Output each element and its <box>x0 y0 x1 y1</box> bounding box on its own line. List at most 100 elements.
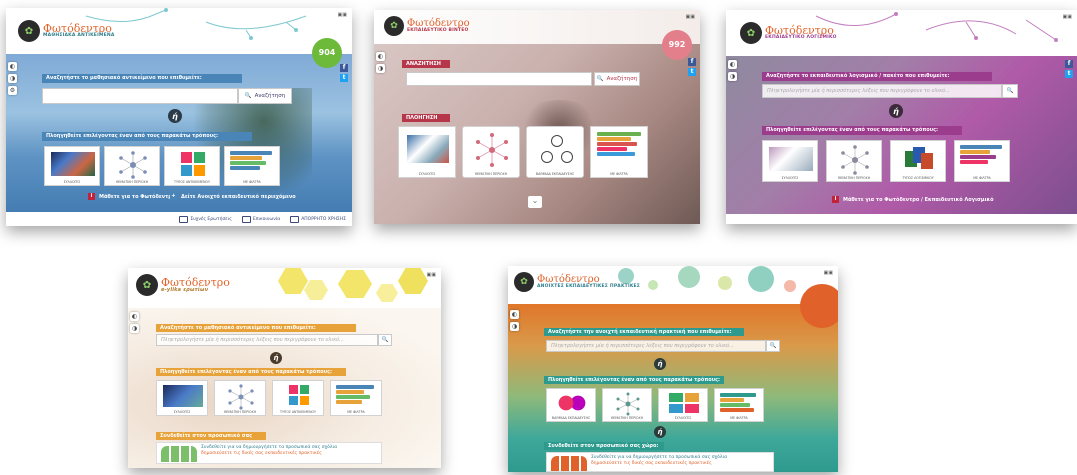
search-button[interactable]: 🔍 Αναζήτηση <box>594 72 640 86</box>
levels-icon <box>557 392 587 414</box>
learn-more-link[interactable]: i Μάθετε για το Φωτόδεντρο <box>88 193 175 200</box>
search-input[interactable]: Πληκτρολογήστε μία ή περισσότερες λέξεις… <box>762 84 1002 98</box>
connect-panel[interactable]: Συνδεθείτε για να δημιουργήσετε τα προσω… <box>546 452 774 472</box>
tile-filters[interactable]: ΜΕ ΦΙΛΤΡΑ <box>714 388 764 422</box>
faq-label: Συχνές Ερωτήσεις <box>190 216 232 222</box>
brand-logo[interactable]: ✿ Φωτόδεντρο ΕΚΠΑΙΔΕΥΤΙΚΟ ΛΟΓΙΣΜΙΚΟ <box>740 22 837 44</box>
contact-link[interactable]: Επικοινωνία <box>241 215 280 223</box>
tile-types[interactable]: ΤΥΠΟΣ ΑΝΤΙΚΕΙΜΕΝΟΥ <box>164 146 220 186</box>
collections-thumbnail <box>51 152 95 176</box>
tile-filters[interactable]: ΜΕ ΦΙΛΤΡΑ <box>954 140 1010 182</box>
window-controls-icon[interactable]: ▣▣ <box>427 272 436 278</box>
logo-tree-icon: ✿ <box>740 22 762 44</box>
collections-thumbnail <box>669 393 699 413</box>
tile-software-type[interactable]: ΤΥΠΟΣ ΛΟΓΙΣΜΙΚΟΥ <box>890 140 946 182</box>
tile-label: ΣΥΛΛΟΓΕΣ <box>63 180 81 184</box>
search-button[interactable]: 🔍 <box>1002 84 1018 98</box>
facebook-icon[interactable]: f <box>1065 60 1073 68</box>
header: ✿ Φωτόδεντρο ΕΚΠΑΙΔΕΥΤΙΚΟ ΒΙΝΤΕΟ <box>374 10 700 44</box>
collections-thumbnail <box>769 147 813 171</box>
learn-more-label: Μάθετε για το Φωτόδεντρο <box>99 193 176 200</box>
bubble-decoration <box>718 276 732 290</box>
facebook-icon[interactable]: f <box>340 64 348 72</box>
tile-label: ΘΕΜΑΤΙΚΗ ΠΕΡΙΟΧΗ <box>837 176 871 180</box>
window-controls-icon[interactable]: ▣▣ <box>1063 14 1072 20</box>
tile-thematic[interactable]: ΘΕΜΑΤΙΚΗ ΠΕΡΙΟΧΗ <box>826 140 882 182</box>
faq-link[interactable]: Συχνές Ερωτήσεις <box>179 215 232 223</box>
privacy-icon <box>290 215 300 223</box>
browse-title-bar: Πλοηγηθείτε επιλέγοντας έναν από τους πα… <box>544 376 724 384</box>
twitter-icon[interactable]: t <box>340 74 348 82</box>
screenshot-learning-objects: ✿ Φωτόδεντρο ΜΑΘΗΣΙΑΚΑ ΑΝΤΙΚΕΙΜΕΝΑ ▣▣ ◐ … <box>6 8 352 226</box>
logo-subtitle: ΕΚΠΑΙΔΕΥΤΙΚΟ ΛΟΓΙΣΜΙΚΟ <box>765 35 837 41</box>
hex-decoration <box>376 284 398 302</box>
network-icon <box>476 133 508 167</box>
side-tool-icon[interactable]: ◑ <box>376 64 385 73</box>
or-divider-icon: ή <box>654 358 666 370</box>
search-input[interactable] <box>406 72 592 86</box>
window-controls-icon[interactable]: ▣▣ <box>686 14 695 20</box>
side-tool-icon[interactable]: ◐ <box>510 310 519 319</box>
tile-thematic[interactable]: ΘΕΜΑΤΙΚΗ ΠΕΡΙΟΧΗ <box>104 146 160 186</box>
footer: Συχνές Ερωτήσεις Επικοινωνία ΑΠΟΡΡΗΤΟ ΧΡ… <box>6 212 352 226</box>
search-input[interactable] <box>42 88 238 104</box>
tile-thematic[interactable]: ΘΕΜΑΤΙΚΗ ΠΕΡΙΟΧΗ <box>462 126 520 178</box>
brand-logo[interactable]: ✿ Φωτόδεντρο ΑΝΟΙΧΤΕΣ ΕΚΠΑΙΔΕΥΤΙΚΕΣ ΠΡΑΚ… <box>514 272 640 292</box>
search-button[interactable]: 🔍 <box>378 334 392 346</box>
side-tool-icon[interactable]: ◑ <box>8 74 17 83</box>
tile-label: ΒΑΘΜΙΔΑ ΕΚΠΑΙΔΕΥΣΗΣ <box>551 416 591 420</box>
tile-filters[interactable]: ΜΕ ΦΙΛΤΡΑ <box>330 380 382 416</box>
tile-label: ΜΕ ΦΙΛΤΡΑ <box>243 180 261 184</box>
brand-logo[interactable]: ✿ Φωτόδεντρο e-ylika ερωτίων <box>136 274 230 296</box>
twitter-icon[interactable]: t <box>688 68 696 76</box>
connect-text-2: δημοσιεύσετε τις δικές σας εκπαιδευτικές… <box>201 450 322 456</box>
side-tool-icon[interactable]: ◑ <box>510 322 519 331</box>
tile-edu-levels[interactable]: ΒΑΘΜΙΔΑ ΕΚΠΑΙΔΕΥΣΗΣ <box>546 388 596 422</box>
side-tool-icon[interactable]: ◐ <box>376 52 385 61</box>
tile-types[interactable]: ΤΥΠΟΣ ΑΝΤΙΚΕΙΜΕΝΟΥ <box>272 380 324 416</box>
side-tool-icon[interactable]: ◐ <box>130 312 139 321</box>
tile-collections[interactable]: ΣΥΛΛΟΓΕΣ <box>44 146 100 186</box>
side-tool-icon[interactable]: ◐ <box>728 60 737 69</box>
tile-collections[interactable]: ΣΥΛΛΟΓΕΣ <box>658 388 708 422</box>
window-controls-icon[interactable]: ▣▣ <box>824 270 833 276</box>
privacy-link[interactable]: ΑΠΟΡΡΗΤΟ ΧΡΗΣΗΣ <box>290 215 346 223</box>
side-tool-icon[interactable]: ◑ <box>130 324 139 333</box>
tile-label: ΘΕΜΑΤΙΚΗ ΠΕΡΙΟΧΗ <box>610 416 644 420</box>
tile-label: ΘΕΜΑΤΙΚΗ ΠΕΡΙΟΧΗ <box>115 180 149 184</box>
tile-collections[interactable]: ΣΥΛΛΟΓΕΣ <box>156 380 208 416</box>
tile-thematic[interactable]: ΘΕΜΑΤΙΚΗ ΠΕΡΙΟΧΗ <box>214 380 266 416</box>
open-content-label: Δείτε Ανοιχτό εκπαιδευτικό περιεχόμενο <box>181 193 296 200</box>
tile-collections[interactable]: ΣΥΛΛΟΓΕΣ <box>398 126 456 178</box>
people-icon <box>551 456 587 471</box>
brand-logo[interactable]: ✿ Φωτόδεντρο ΜΑΘΗΣΙΑΚΑ ΑΝΤΙΚΕΙΜΕΝΑ <box>18 20 115 42</box>
tile-collections[interactable]: ΣΥΛΛΟΓΕΣ <box>762 140 818 182</box>
tile-edu-levels[interactable]: ΒΑΘΜΙΔΑ ΕΚΠΑΙΔΕΥΣΗΣ <box>526 126 584 178</box>
tile-label: ΜΕ ΦΙΛΤΡΑ <box>610 172 628 176</box>
or-divider-icon: ή <box>270 352 282 364</box>
open-content-link[interactable]: + Δείτε Ανοιχτό εκπαιδευτικό περιεχόμενο <box>170 193 296 200</box>
facebook-icon[interactable]: f <box>688 58 696 66</box>
side-tool-icon[interactable]: ◑ <box>728 72 737 81</box>
info-icon: i <box>88 193 95 200</box>
tile-thematic[interactable]: ΘΕΜΑΤΙΚΗ ΠΕΡΙΟΧΗ <box>602 388 652 422</box>
tile-filters[interactable]: ΜΕ ΦΙΛΤΡΑ <box>590 126 648 178</box>
tile-label: ΜΕ ΦΙΛΤΡΑ <box>730 416 748 420</box>
side-tool-icon[interactable]: ⚙ <box>8 86 17 95</box>
window-controls-icon[interactable]: ▣▣ <box>338 12 347 18</box>
network-icon <box>228 384 254 410</box>
search-button[interactable]: 🔍 <box>766 340 780 352</box>
brand-logo[interactable]: ✿ Φωτόδεντρο ΕΚΠΑΙΔΕΥΤΙΚΟ ΒΙΝΤΕΟ <box>384 16 470 36</box>
learn-more-link[interactable]: i Μάθετε για το Φωτόδεντρο / Εκπαιδευτικ… <box>832 196 994 203</box>
connect-panel[interactable]: Συνδεθείτε για να δημιουργήσετε τα προσω… <box>156 442 382 464</box>
side-tool-icon[interactable]: ◐ <box>8 62 17 71</box>
or-divider-icon: ή <box>889 104 903 118</box>
search-input[interactable]: Πληκτρολογήστε μία ή περισσότερες λέξεις… <box>546 340 766 352</box>
scroll-down-button[interactable]: ⌄ <box>528 196 542 208</box>
search-button[interactable]: 🔍 Αναζήτηση <box>238 88 292 104</box>
search-title-bar: Αναζητήστε το εκπαιδευτικό λογισμικό / π… <box>762 72 992 81</box>
search-input[interactable]: Πληκτρολογήστε μία ή περισσότερες λέξεις… <box>156 334 378 346</box>
promo-badge <box>800 284 838 328</box>
twitter-icon[interactable]: t <box>1065 70 1073 78</box>
tile-filters[interactable]: ΜΕ ΦΙΛΤΡΑ <box>224 146 280 186</box>
